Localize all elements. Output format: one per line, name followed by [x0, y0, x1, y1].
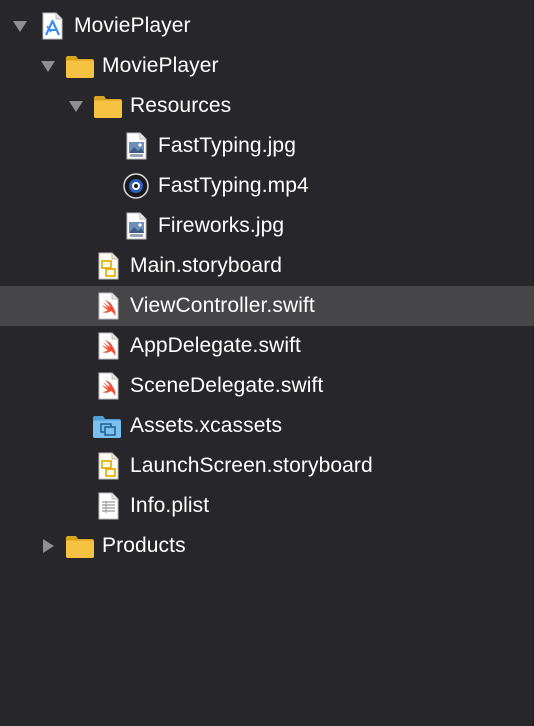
folder-icon — [65, 532, 94, 560]
swift-file-icon — [95, 372, 123, 400]
tree-row-label: AppDelegate.swift — [130, 334, 301, 357]
video-file-icon — [123, 172, 151, 200]
tree-row-file-fireworks-jpg[interactable]: Fireworks.jpg — [0, 206, 534, 246]
tree-row-file-assets-xcassets[interactable]: Assets.xcassets — [0, 406, 534, 446]
tree-row-label: FastTyping.jpg — [158, 134, 296, 157]
disclosure-collapsed-icon[interactable] — [40, 538, 56, 554]
image-file-icon — [123, 132, 151, 160]
project-navigator: MoviePlayer MoviePlayer Resources FastTy… — [0, 0, 534, 726]
tree-row-file-launchscreen-storyboard[interactable]: LaunchScreen.storyboard — [0, 446, 534, 486]
tree-row-label: Products — [102, 534, 186, 557]
folder-icon — [65, 52, 94, 80]
folder-icon — [93, 92, 122, 120]
swift-file-icon — [95, 332, 123, 360]
image-file-icon — [123, 212, 151, 240]
tree-row-label: ViewController.swift — [130, 294, 315, 317]
tree-row-file-info-plist[interactable]: Info.plist — [0, 486, 534, 526]
xcode-project-icon — [38, 12, 66, 40]
tree-row-file-main-storyboard[interactable]: Main.storyboard — [0, 246, 534, 286]
plist-file-icon — [95, 492, 123, 520]
disclosure-expanded-icon[interactable] — [40, 58, 56, 74]
tree-row-label: Assets.xcassets — [130, 414, 283, 437]
tree-row-group-products[interactable]: Products — [0, 526, 534, 566]
tree-row-label: Main.storyboard — [130, 254, 283, 277]
tree-row-label: Fireworks.jpg — [158, 214, 285, 237]
tree-row-file-scenedelegate-swift[interactable]: SceneDelegate.swift — [0, 366, 534, 406]
tree-row-label: SceneDelegate.swift — [130, 374, 324, 397]
tree-row-label: MoviePlayer — [102, 54, 219, 77]
tree-row-label: Resources — [130, 94, 232, 117]
asset-catalog-icon — [92, 412, 121, 440]
tree-row-label: FastTyping.mp4 — [158, 174, 309, 197]
tree-row-file-fasttyping-jpg[interactable]: FastTyping.jpg — [0, 126, 534, 166]
tree-row-group-movieplayer[interactable]: MoviePlayer — [0, 46, 534, 86]
tree-row-label: LaunchScreen.storyboard — [130, 454, 373, 477]
disclosure-expanded-icon[interactable] — [12, 18, 28, 34]
tree-row-label: MoviePlayer — [74, 14, 191, 37]
tree-row-project[interactable]: MoviePlayer — [0, 6, 534, 46]
swift-file-icon — [95, 292, 123, 320]
tree-row-label: Info.plist — [130, 494, 210, 517]
tree-row-file-appdelegate-swift[interactable]: AppDelegate.swift — [0, 326, 534, 366]
tree-row-group-resources[interactable]: Resources — [0, 86, 534, 126]
tree-row-file-viewcontroller-swift[interactable]: ViewController.swift — [0, 286, 534, 326]
disclosure-expanded-icon[interactable] — [68, 98, 84, 114]
storyboard-file-icon — [95, 452, 123, 480]
tree-row-file-fasttyping-mp4[interactable]: FastTyping.mp4 — [0, 166, 534, 206]
storyboard-file-icon — [95, 252, 123, 280]
